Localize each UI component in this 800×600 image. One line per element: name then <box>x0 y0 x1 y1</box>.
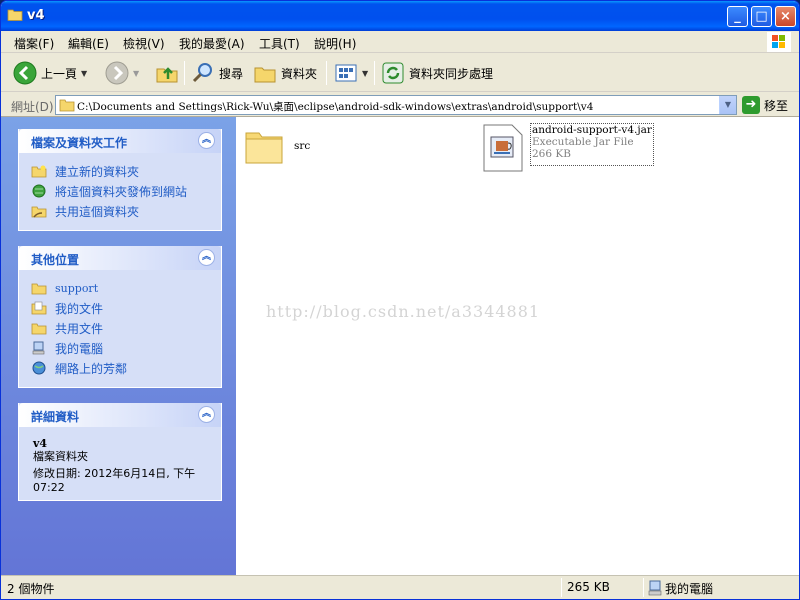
status-item-count: 2 個物件 <box>7 582 55 596</box>
menu-tools[interactable]: 工具(T) <box>259 35 300 52</box>
place-shared-documents[interactable]: 共用文件 <box>31 318 211 338</box>
back-dropdown-icon[interactable]: ▼ <box>81 69 87 78</box>
folder-sync-button[interactable]: 資料夾同步處理 <box>381 60 493 86</box>
address-input[interactable]: C:\Documents and Settings\Rick-Wu\桌面\ecl… <box>55 95 737 115</box>
forward-button[interactable]: ▼ <box>105 60 139 86</box>
file-name: android-support-v4.jar <box>532 124 652 136</box>
new-folder-icon <box>31 165 47 178</box>
folder-icon <box>31 283 47 295</box>
file-folder-tasks-panel: 檔案及資料夾工作 ︽ 建立新的資料夾 將這個資料夾發佈到網站 共用這個資料夾 <box>18 129 222 231</box>
views-dropdown-icon[interactable]: ▼ <box>362 69 368 78</box>
back-arrow-icon <box>13 61 37 85</box>
address-label: 網址(D) <box>11 100 54 114</box>
place-my-documents[interactable]: 我的文件 <box>31 298 211 318</box>
views-button[interactable]: ▼ <box>334 60 368 86</box>
go-arrow-icon: ➜ <box>742 96 760 114</box>
place-my-computer[interactable]: 我的電腦 <box>31 338 211 358</box>
detail-type: 檔案資料夾 <box>33 450 88 463</box>
toolbar-separator <box>374 61 375 85</box>
sync-icon <box>382 62 404 84</box>
address-dropdown-icon[interactable]: ▼ <box>719 96 736 114</box>
menu-help[interactable]: 說明(H) <box>314 35 356 52</box>
explorer-window: v4 _ □ × 檔案(F) 編輯(E) 檢視(V) 我的最愛(A) 工具(T)… <box>0 0 800 600</box>
folder-icon <box>59 99 75 112</box>
windows-logo-icon <box>767 32 791 52</box>
place-network[interactable]: 網路上的芳鄰 <box>31 358 211 378</box>
up-folder-button[interactable] <box>155 60 179 86</box>
status-location: 我的電腦 <box>665 582 714 596</box>
close-button[interactable]: × <box>775 6 796 27</box>
menu-favorites[interactable]: 我的最愛(A) <box>179 35 245 52</box>
status-size: 265 KB <box>567 580 610 594</box>
panel-header[interactable]: 詳細資料 ︽ <box>19 403 221 427</box>
back-button[interactable]: 上一頁 ▼ <box>13 60 87 86</box>
task-share-folder[interactable]: 共用這個資料夾 <box>31 201 211 221</box>
menu-edit[interactable]: 編輯(E) <box>68 35 109 52</box>
menu-bar: 檔案(F) 編輯(E) 檢視(V) 我的最愛(A) 工具(T) 說明(H) <box>1 31 799 53</box>
window-title: v4 <box>27 8 45 23</box>
forward-arrow-icon <box>105 61 129 85</box>
folder-icon <box>31 323 47 335</box>
collapse-icon[interactable]: ︽ <box>198 406 215 423</box>
minimize-button[interactable]: _ <box>727 6 748 27</box>
status-bar: 2 個物件 265 KB 我的電腦 <box>1 575 799 599</box>
search-icon <box>192 63 212 83</box>
file-item-jar[interactable]: android-support-v4.jar Executable Jar Fi… <box>482 123 654 173</box>
publish-web-icon <box>32 184 46 198</box>
computer-icon <box>648 580 662 596</box>
file-size: 266 KB <box>532 148 571 160</box>
file-item-src[interactable]: src <box>244 127 310 165</box>
views-icon <box>335 64 357 82</box>
computer-icon <box>32 341 45 355</box>
task-publish-folder[interactable]: 將這個資料夾發佈到網站 <box>31 181 211 201</box>
maximize-button[interactable]: □ <box>751 6 772 27</box>
menu-file[interactable]: 檔案(F) <box>14 35 54 52</box>
status-divider <box>561 578 562 597</box>
file-type: Executable Jar File <box>532 136 634 148</box>
my-documents-icon <box>31 301 47 315</box>
detail-modified: 修改日期: 2012年6月14日, 下午 07:22 <box>33 467 196 494</box>
folders-button[interactable]: 資料夾 <box>253 60 317 86</box>
other-places-panel: 其他位置 ︽ support 我的文件 共用文件 我的電腦 網路上的芳鄰 <box>18 246 222 388</box>
address-bar: 網址(D) C:\Documents and Settings\Rick-Wu\… <box>1 93 799 117</box>
collapse-icon[interactable]: ︽ <box>198 132 215 149</box>
status-divider <box>643 578 644 597</box>
toolbar-separator <box>184 61 185 85</box>
file-info: android-support-v4.jar Executable Jar Fi… <box>530 123 654 166</box>
file-list[interactable]: src android-support-v4.jar Executable Ja… <box>236 117 799 575</box>
details-panel: 詳細資料 ︽ v4 檔案資料夾 修改日期: 2012年6月14日, 下午 07:… <box>18 403 222 501</box>
task-new-folder[interactable]: 建立新的資料夾 <box>31 161 211 181</box>
menu-view[interactable]: 檢視(V) <box>123 35 165 52</box>
folder-icon <box>245 132 283 164</box>
detail-name: v4 <box>33 437 48 450</box>
network-icon <box>32 361 46 375</box>
up-folder-icon <box>156 67 178 83</box>
jar-file-icon <box>483 124 523 172</box>
share-folder-icon <box>31 206 47 218</box>
folders-icon <box>254 67 276 83</box>
toolbar-separator <box>326 61 327 85</box>
folder-icon <box>7 9 23 21</box>
collapse-icon[interactable]: ︽ <box>198 249 215 266</box>
title-bar[interactable]: v4 _ □ × <box>1 1 799 31</box>
place-support[interactable]: support <box>31 278 211 298</box>
search-button[interactable]: 搜尋 <box>191 60 243 86</box>
watermark: http://blog.csdn.net/a3344881 <box>266 302 541 321</box>
panel-header[interactable]: 其他位置 ︽ <box>19 246 221 270</box>
panel-header[interactable]: 檔案及資料夾工作 ︽ <box>19 129 221 153</box>
toolbar: 上一頁 ▼ ▼ 搜尋 資料夾 ▼ 資料夾同步處理 <box>1 54 799 92</box>
task-pane: 檔案及資料夾工作 ︽ 建立新的資料夾 將這個資料夾發佈到網站 共用這個資料夾 其… <box>1 117 236 575</box>
go-button[interactable]: ➜ 移至 <box>742 96 788 114</box>
forward-dropdown-icon[interactable]: ▼ <box>133 69 139 78</box>
address-path: C:\Documents and Settings\Rick-Wu\桌面\ecl… <box>77 101 594 113</box>
file-name: src <box>294 140 311 152</box>
